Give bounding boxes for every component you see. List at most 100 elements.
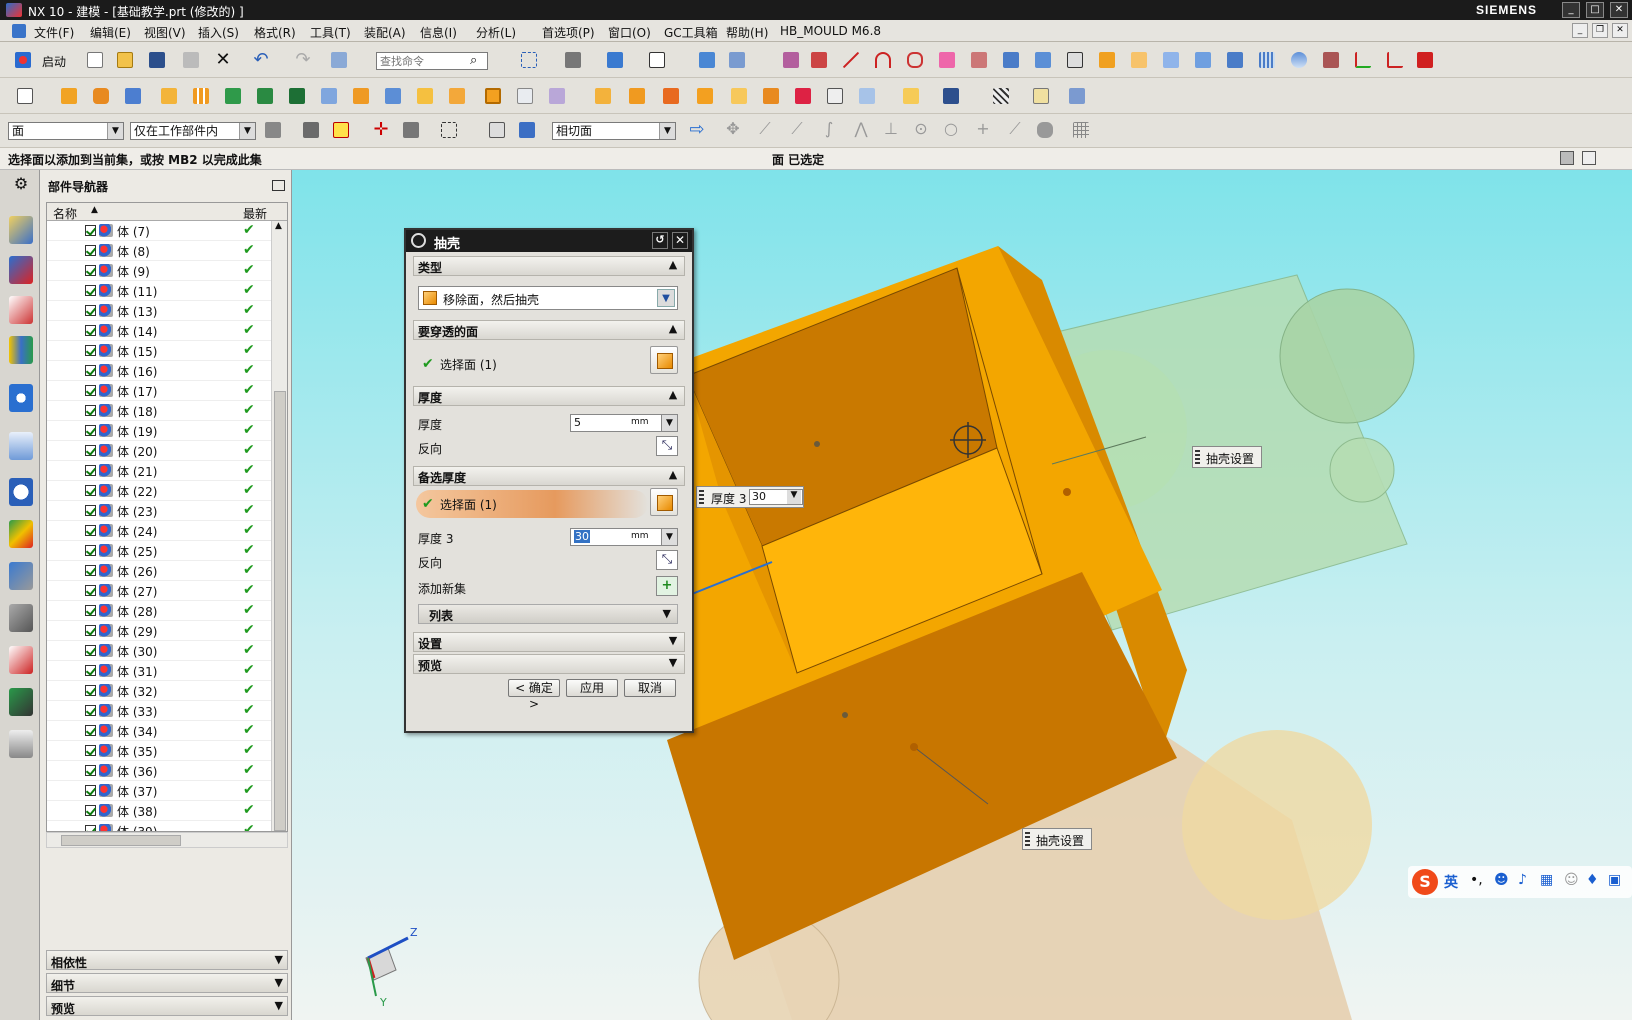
pierce-select-face[interactable]: 选择面 (1) [440,356,497,373]
maximize-panel-icon[interactable] [272,180,285,191]
solid-red-icon[interactable] [1414,49,1436,71]
navigator-row[interactable]: 体 (17) ✔ [47,381,273,401]
menu-edit[interactable]: 编辑(E) [90,24,131,41]
analysis-icon[interactable] [1320,49,1342,71]
brush-icon[interactable] [1066,85,1088,107]
section-details[interactable]: 细节 ▼ [46,973,288,993]
close-window-button[interactable]: ✕ [1610,2,1628,18]
navigator-row[interactable]: 体 (30) ✔ [47,641,273,661]
alt-select-face[interactable]: 选择面 (1) [440,496,497,513]
filter-icon[interactable] [300,119,322,141]
chevron-up-icon[interactable]: ▲ [665,322,681,338]
thicken-icon[interactable] [1224,49,1246,71]
sketch-icon[interactable] [904,49,926,71]
visibility-checkbox[interactable] [85,545,96,556]
visibility-checkbox[interactable] [85,525,96,536]
shell-settings-callout-1[interactable]: 抽壳设置 [1192,446,1262,468]
ime-language-toggle[interactable]: 英 [1444,872,1458,892]
selection-scope-dropdown[interactable]: 仅在工作部件内 ▼ [130,122,256,140]
navigator-row[interactable]: 体 (38) ✔ [47,801,273,821]
history-clock-icon[interactable] [9,478,33,506]
settings-gear-icon[interactable]: ⚙ [9,174,33,202]
snap-center-icon[interactable]: ⊙ [910,119,932,141]
scroll-up-icon[interactable]: ▲ [275,221,282,231]
chevron-down-icon[interactable]: ▼ [661,415,677,431]
navigator-vertical-scrollbar[interactable]: ▲ [271,221,287,831]
snap-point-on-curve-icon[interactable]: + [972,119,994,141]
visibility-checkbox[interactable] [85,365,96,376]
voice-icon[interactable]: ♪ [1518,872,1527,888]
navigator-row[interactable]: 体 (32) ✔ [47,681,273,701]
thickness-input[interactable]: 5 mm ▼ [570,414,678,432]
menu-preferences[interactable]: 首选项(P) [542,24,595,41]
visibility-checkbox[interactable] [85,405,96,416]
palette-icon[interactable] [9,730,33,758]
grid-icon[interactable] [1070,119,1092,141]
linear-dim-icon[interactable] [824,85,846,107]
ruler-icon[interactable] [1030,85,1052,107]
web-browser-icon[interactable] [9,432,33,460]
handle-dot[interactable] [1063,488,1071,496]
section-dependencies[interactable]: 相依性 ▼ [46,950,288,970]
doc-minimize-button[interactable]: _ [1572,23,1588,38]
sew-icon[interactable] [1192,49,1214,71]
redo-icon[interactable]: ↷ [292,49,314,71]
resize-face-icon[interactable] [792,85,814,107]
reuse-library-icon[interactable] [9,336,33,364]
group-thickness[interactable]: 厚度 ▲ [413,386,685,406]
menu-assembly[interactable]: 装配(A) [364,24,406,41]
block-icon[interactable] [122,85,144,107]
visibility-checkbox[interactable] [85,685,96,696]
menu-gc-toolbox[interactable]: GC工具箱 [664,24,718,41]
cut-icon[interactable] [180,49,202,71]
swept-icon[interactable] [1096,49,1118,71]
chevron-down-icon[interactable]: ▼ [787,490,801,504]
render-style-icon[interactable] [562,49,584,71]
menu-format[interactable]: 格式(R) [254,24,296,41]
csys-icon[interactable] [1352,49,1374,71]
orient-view-icon[interactable] [604,49,626,71]
select-all-icon[interactable] [330,119,352,141]
rectangle-select-icon[interactable] [438,119,460,141]
navigator-row[interactable]: 体 (25) ✔ [47,541,273,561]
punctuation-icon[interactable]: •, [1470,872,1483,888]
type-filter-dropdown[interactable]: 面 ▼ [8,122,124,140]
edge-blend-icon[interactable] [414,85,436,107]
fit-view-icon[interactable] [518,49,540,71]
snap-point-icon[interactable] [990,85,1012,107]
body-select-icon[interactable] [486,119,508,141]
menu-help[interactable]: 帮助(H) [726,24,768,41]
revolve-icon[interactable] [90,85,112,107]
ok-button[interactable]: < 确定 > [508,679,560,711]
navigator-row[interactable]: 体 (8) ✔ [47,241,273,261]
reset-icon[interactable]: ↺ [652,232,668,249]
navigator-row[interactable]: 体 (21) ✔ [47,461,273,481]
pull-face-icon[interactable] [626,85,648,107]
visibility-checkbox[interactable] [85,665,96,676]
mesh-icon[interactable] [1256,49,1278,71]
measure-distance-icon[interactable] [940,85,962,107]
delete-face-icon[interactable] [728,85,750,107]
navigator-row[interactable]: 体 (35) ✔ [47,741,273,761]
navigator-row[interactable]: 体 (37) ✔ [47,781,273,801]
shell-icon[interactable] [482,85,504,107]
snap-end-icon[interactable]: ⟋ [754,119,776,141]
user-icon[interactable]: ☺ [1564,872,1579,888]
navigator-row[interactable]: 体 (29) ✔ [47,621,273,641]
navigator-row[interactable]: 体 (7) ✔ [47,221,273,241]
assembly-filter-icon[interactable] [262,119,284,141]
keyboard-icon[interactable]: ▦ [1540,872,1553,888]
status-view-icon[interactable] [1560,151,1574,165]
menu-hb-mould[interactable]: HB_MOULD M6.8 [780,24,881,38]
navigator-row[interactable]: 体 (18) ✔ [47,401,273,421]
resize-blend-icon[interactable] [760,85,782,107]
navigator-row[interactable]: 体 (39) ✔ [47,821,273,831]
visibility-checkbox[interactable] [85,585,96,596]
reverse-direction-button[interactable]: ⤡ [656,436,678,456]
visibility-checkbox[interactable] [85,825,96,831]
visibility-checkbox[interactable] [85,305,96,316]
menu-view[interactable]: 视图(V) [144,24,186,41]
navigator-row[interactable]: 体 (36) ✔ [47,761,273,781]
system-materials-icon[interactable] [9,646,33,674]
offset-region-icon[interactable] [660,85,682,107]
